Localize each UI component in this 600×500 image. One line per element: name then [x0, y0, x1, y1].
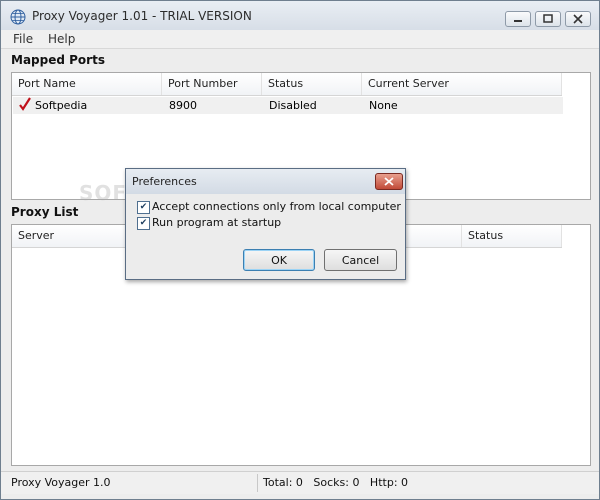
- status-app-name: Proxy Voyager 1.0: [11, 476, 111, 489]
- title-bar[interactable]: Proxy Voyager 1.01 - TRIAL VERSION: [1, 1, 599, 30]
- close-button[interactable]: [565, 11, 591, 27]
- row-status: Disabled: [269, 99, 317, 112]
- main-window: Proxy Voyager 1.01 - TRIAL VERSION File …: [0, 0, 600, 500]
- row-port-number: 8900: [169, 99, 197, 112]
- cancel-button[interactable]: Cancel: [324, 249, 397, 271]
- check-mark-icon: [19, 97, 31, 114]
- run-at-startup-label: Run program at startup: [152, 216, 282, 229]
- maximize-icon: [543, 14, 553, 23]
- window-title: Proxy Voyager 1.01 - TRIAL VERSION: [32, 9, 252, 23]
- dialog-title-bar[interactable]: Preferences: [126, 169, 405, 194]
- status-bar: Proxy Voyager 1.0 Total: 0 Socks: 0 Http…: [1, 471, 599, 494]
- dialog-title: Preferences: [132, 175, 197, 188]
- row-current-server: None: [369, 99, 398, 112]
- dialog-close-button[interactable]: [375, 173, 403, 190]
- proxy-list-label: Proxy List: [11, 205, 79, 219]
- maximize-button[interactable]: [535, 11, 561, 27]
- mapped-ports-header: Port Name Port Number Status Current Ser…: [12, 73, 562, 96]
- globe-icon: [10, 9, 26, 25]
- preferences-dialog: Preferences ✔ Accept connections only fr…: [125, 168, 406, 280]
- column-header-port-number[interactable]: Port Number: [162, 73, 262, 95]
- close-icon: [573, 14, 583, 24]
- table-row[interactable]: Softpedia 8900 Disabled None: [13, 97, 563, 114]
- accept-local-label: Accept connections only from local compu…: [152, 200, 401, 213]
- row-port-name: Softpedia: [35, 99, 88, 112]
- column-header-port-name[interactable]: Port Name: [12, 73, 162, 95]
- column-header-current-server[interactable]: Current Server: [362, 73, 562, 95]
- close-icon: [384, 177, 394, 186]
- column-header-status[interactable]: Status: [262, 73, 362, 95]
- mapped-ports-label: Mapped Ports: [11, 53, 105, 67]
- menu-file[interactable]: File: [13, 32, 33, 46]
- menu-bar: File Help: [1, 30, 599, 49]
- minimize-button[interactable]: [505, 11, 531, 27]
- minimize-icon: [514, 20, 522, 22]
- accept-local-checkbox[interactable]: ✔: [137, 201, 150, 214]
- run-at-startup-checkbox[interactable]: ✔: [137, 217, 150, 230]
- status-divider: [257, 474, 258, 492]
- column-header-proxy-status[interactable]: Status: [462, 225, 562, 247]
- menu-help[interactable]: Help: [48, 32, 75, 46]
- ok-button[interactable]: OK: [243, 249, 315, 271]
- status-counts: Total: 0 Socks: 0 Http: 0: [263, 476, 409, 489]
